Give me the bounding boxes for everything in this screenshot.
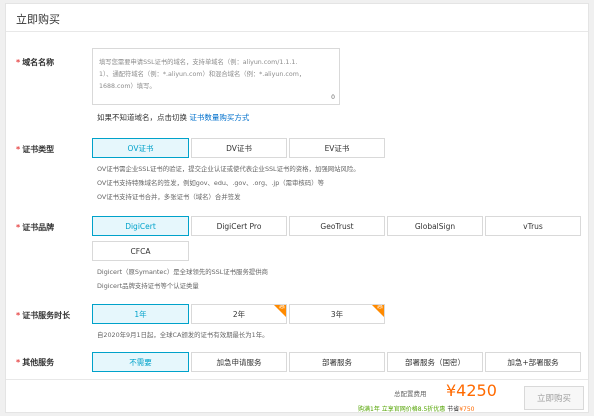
total-price: ¥4250 <box>446 381 497 400</box>
save-label: 节省 <box>447 406 460 413</box>
other-service-option-expedite[interactable]: 加急申请服务 <box>191 352 287 372</box>
promo-corner-mark: 惠 <box>278 304 285 310</box>
switch-tip: 如果不知道域名，点击切换 证书数量购买方式 <box>97 113 250 122</box>
duration-option-2y[interactable]: 2年 惠 <box>191 304 287 324</box>
brand-option-globalsign[interactable]: GlobalSign <box>387 216 483 236</box>
order-footer: 总配置费用 ¥4250 购满1年 立享官网价格8.5折优惠 节省¥750 立即购… <box>6 379 588 413</box>
duration-option-3y[interactable]: 3年 惠 <box>289 304 385 324</box>
required-mark: * <box>16 58 21 67</box>
other-services-label: * 其他服务 <box>16 358 55 367</box>
other-service-option-expedite-deploy[interactable]: 加急+部署服务 <box>485 352 581 372</box>
cert-type-option-ov[interactable]: OV证书 <box>92 138 189 158</box>
title-bar: 立即购买 <box>6 4 588 32</box>
other-service-option-none[interactable]: 不需要 <box>92 352 189 372</box>
buy-now-button[interactable]: 立即购买 <box>524 386 584 410</box>
char-count: 0 <box>331 94 335 101</box>
service-duration-label: * 证书服务时长 <box>16 311 71 320</box>
cert-type-hint: OV证书支持证书合并，多张证书（域名）合并签发 <box>97 193 241 201</box>
switch-mode-link[interactable]: 证书数量购买方式 <box>189 113 249 122</box>
total-label: 总配置费用 <box>394 390 427 398</box>
page-title: 立即购买 <box>16 13 60 26</box>
service-duration-hint: 自2020年9月1日起，全球CA颁发的证书有效期最长为1年。 <box>97 331 269 339</box>
domain-placeholder-line: 填写您需要申请SSL证书的域名，支持单域名（例：aliyun.com/1.1.1… <box>99 59 298 66</box>
domain-placeholder-line: 1688.com）填写。 <box>99 83 156 90</box>
domain-label: * 域名名称 <box>16 58 55 67</box>
brand-option-geotrust[interactable]: GeoTrust <box>289 216 385 236</box>
discount-promo: 购满1年 立享官网价格8.5折优惠 节省¥750 <box>358 406 475 413</box>
cert-type-option-dv[interactable]: DV证书 <box>191 138 287 158</box>
brand-option-cfca[interactable]: CFCA <box>92 241 189 261</box>
brand-option-digicert-pro[interactable]: DigiCert Pro <box>191 216 287 236</box>
cert-type-hint: OV证书支持特殊域名的签发，例如gov、edu、.gov、.org、.jp（需审… <box>97 179 324 187</box>
brand-option-digicert[interactable]: DigiCert <box>92 216 189 236</box>
cert-type-hint: OV证书需企业SSL证书的验证，提交企业认证或使代表企业SSL证书的资格，加强网… <box>97 165 360 173</box>
domain-input[interactable]: 填写您需要申请SSL证书的域名，支持单域名（例：aliyun.com/1.1.1… <box>92 48 340 105</box>
cert-brand-hint: Digicert（原Symantec）是全球领先的SSL证书服务提供商 <box>97 268 269 276</box>
purchase-panel: 立即购买 * 域名名称 填写您需要申请SSL证书的域名，支持单域名（例：aliyu… <box>5 3 589 413</box>
promo-corner-mark: 惠 <box>376 304 383 310</box>
cert-type-option-ev[interactable]: EV证书 <box>289 138 385 158</box>
cert-brand-hint: Digicert品牌支持证书等个认证类量 <box>97 282 199 290</box>
duration-option-1y[interactable]: 1年 <box>92 304 189 324</box>
other-service-option-deploy-sm[interactable]: 部署服务（国密） <box>387 352 483 372</box>
save-amount: ¥750 <box>459 406 475 413</box>
domain-placeholder-line: 1）、通配符域名（例：*.aliyun.com）和混合域名（例：*.aliyun… <box>99 71 306 78</box>
cert-type-label: * 证书类型 <box>16 145 55 154</box>
brand-option-vtrus[interactable]: vTrus <box>485 216 581 236</box>
cert-brand-label: * 证书品牌 <box>16 223 55 232</box>
other-service-option-deploy[interactable]: 部署服务 <box>289 352 385 372</box>
